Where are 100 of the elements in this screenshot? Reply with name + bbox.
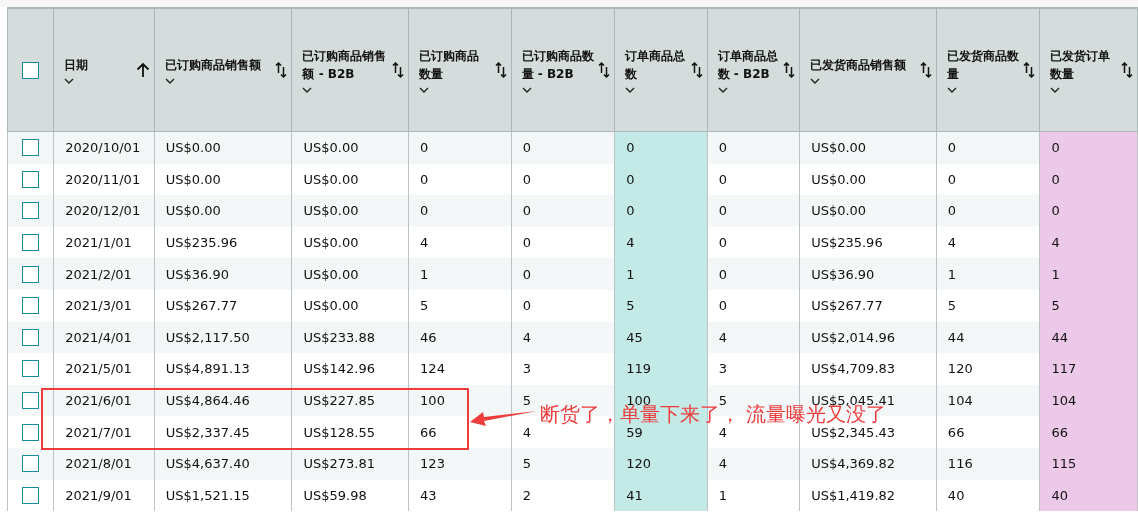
- table-cell: US$273.81: [303, 456, 375, 472]
- sort-arrows-icon[interactable]: [275, 62, 288, 78]
- row-checkbox[interactable]: [22, 139, 40, 157]
- table-cell: 0: [522, 171, 531, 187]
- table-cell: 3: [522, 361, 531, 377]
- row-checkbox[interactable]: [22, 392, 40, 410]
- table-cell: US$4,864.46: [165, 393, 250, 409]
- chevron-down-icon[interactable]: [302, 87, 313, 93]
- column-header[interactable]: 已订购商品数量 - B2B: [511, 8, 615, 132]
- sort-arrows-icon[interactable]: [494, 62, 507, 78]
- table-cell: 0: [947, 171, 957, 187]
- select-all-checkbox[interactable]: [22, 61, 40, 79]
- row-checkbox[interactable]: [22, 486, 40, 504]
- table-cell: US$233.88: [303, 329, 375, 345]
- table-cell: 0: [522, 266, 531, 282]
- column-header[interactable]: 订单商品总数 - B2B: [707, 8, 800, 132]
- table-cell: 0: [1051, 140, 1060, 156]
- sort-arrows-icon[interactable]: [690, 62, 703, 78]
- column-header[interactable]: 订单商品总数: [614, 8, 708, 132]
- column-header[interactable]: 已订购商品销售额 - B2B: [292, 8, 409, 132]
- table-cell: 1: [947, 266, 957, 282]
- table-cell: 2021/4/01: [65, 329, 132, 345]
- table-cell: US$0.00: [303, 140, 359, 156]
- table-cell: 120: [947, 361, 973, 377]
- row-checkbox[interactable]: [22, 265, 40, 283]
- table-cell: US$0.00: [303, 266, 359, 282]
- table-cell: 0: [522, 203, 531, 219]
- sort-arrows-icon[interactable]: [1121, 62, 1133, 78]
- table-cell: 5: [718, 393, 727, 409]
- sort-arrows-icon[interactable]: [1023, 62, 1036, 78]
- chevron-down-icon[interactable]: [625, 87, 636, 93]
- table-cell: 0: [420, 171, 429, 187]
- table-cell: 0: [947, 140, 957, 156]
- table-cell: 45: [626, 329, 643, 345]
- table-cell: 2021/8/01: [65, 456, 132, 472]
- chevron-down-icon[interactable]: [64, 78, 75, 84]
- table-cell: 5: [1051, 298, 1060, 314]
- column-header[interactable]: 已发货商品数量: [936, 8, 1040, 132]
- table-cell: US$0.00: [303, 235, 359, 251]
- table-cell: 116: [947, 456, 973, 472]
- sort-arrows-icon[interactable]: [783, 62, 796, 78]
- table-cell: 4: [947, 235, 957, 251]
- column-header[interactable]: 已订购商品销售额: [154, 8, 292, 132]
- table-cell: 46: [420, 329, 437, 345]
- table-cell: US$2,014.96: [811, 329, 896, 345]
- table-cell: US$0.00: [811, 140, 867, 156]
- chevron-down-icon[interactable]: [810, 78, 821, 84]
- table-cell: 0: [522, 235, 531, 251]
- column-header[interactable]: 已发货商品销售额: [799, 8, 937, 132]
- table-cell: 0: [718, 140, 727, 156]
- chevron-down-icon[interactable]: [164, 78, 175, 84]
- sort-arrows-icon[interactable]: [919, 62, 932, 78]
- table-cell: 120: [626, 456, 651, 472]
- table-cell: US$4,369.82: [811, 456, 896, 472]
- table-cell: 0: [420, 140, 429, 156]
- row-checkbox[interactable]: [22, 423, 40, 441]
- row-checkbox[interactable]: [22, 297, 40, 315]
- table-cell: 2021/2/01: [65, 266, 132, 282]
- table-cell: US$4,709.83: [811, 361, 896, 377]
- chevron-down-icon[interactable]: [717, 87, 728, 93]
- column-header[interactable]: 已发货订单数量: [1039, 8, 1138, 132]
- arrow-up-icon[interactable]: [135, 62, 150, 78]
- table-cell: 40: [1051, 487, 1068, 503]
- table-cell: 100: [420, 393, 445, 409]
- table-cell: 0: [1051, 171, 1060, 187]
- table-cell: 5: [947, 298, 957, 314]
- row-checkbox[interactable]: [22, 202, 40, 220]
- table-cell: 4: [718, 424, 727, 440]
- sort-arrows-icon[interactable]: [392, 62, 405, 78]
- table-cell: 5: [522, 456, 531, 472]
- row-checkbox[interactable]: [22, 455, 40, 473]
- table-cell: US$59.98: [303, 487, 367, 503]
- sort-arrows-icon[interactable]: [598, 62, 611, 78]
- table-cell: US$267.77: [811, 298, 883, 314]
- table-cell: 0: [626, 203, 635, 219]
- chevron-down-icon[interactable]: [1050, 87, 1061, 93]
- table-cell: 2021/7/01: [65, 424, 132, 440]
- table-cell: US$142.96: [303, 361, 375, 377]
- table-cell: 0: [718, 203, 727, 219]
- chevron-down-icon[interactable]: [946, 87, 957, 93]
- column-header[interactable]: 日期: [53, 8, 155, 132]
- table-cell: US$267.77: [165, 298, 238, 314]
- table-cell: 0: [718, 298, 727, 314]
- table-cell: 0: [522, 140, 531, 156]
- row-checkbox[interactable]: [22, 360, 40, 378]
- table-cell: 119: [626, 361, 651, 377]
- table-cell: US$0.00: [303, 203, 359, 219]
- column-header[interactable]: 已订购商品数量: [408, 8, 512, 132]
- table-cell: 5: [522, 393, 531, 409]
- row-checkbox[interactable]: [22, 170, 40, 188]
- table-cell: 40: [947, 487, 965, 503]
- table-cell: US$2,345.43: [811, 424, 896, 440]
- chevron-down-icon[interactable]: [521, 87, 532, 93]
- chevron-down-icon[interactable]: [419, 87, 430, 93]
- row-checkbox[interactable]: [22, 328, 40, 346]
- table-cell: 115: [1051, 456, 1077, 472]
- table-cell: US$0.00: [811, 171, 867, 187]
- table-cell: US$0.00: [303, 171, 359, 187]
- row-checkbox[interactable]: [22, 234, 40, 252]
- table-cell: US$0.00: [303, 298, 359, 314]
